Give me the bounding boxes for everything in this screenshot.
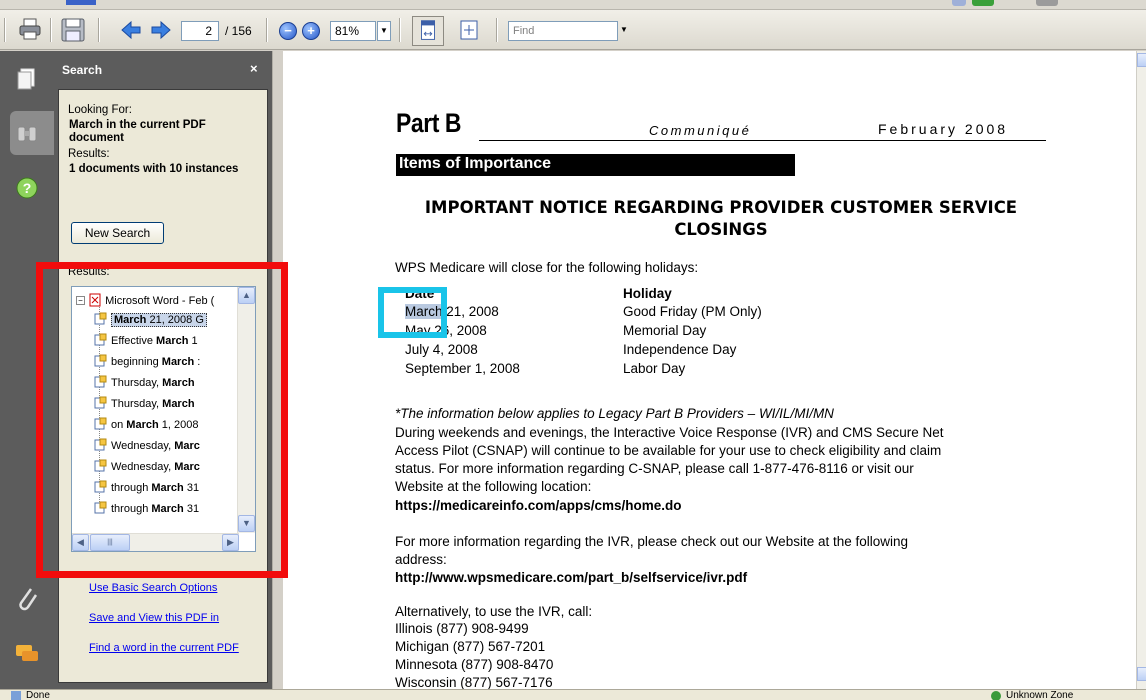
window-control-fragment [972, 0, 994, 6]
holiday-date-rest: 21, 2008 [442, 304, 499, 319]
results-summary: 1 documents with 10 instances [69, 163, 239, 175]
security-zone: Unknown Zone [1006, 690, 1074, 700]
fit-page-icon[interactable] [412, 16, 444, 46]
url-medicareinfo[interactable]: https://medicareinfo.com/apps/cms/home.d… [395, 497, 682, 514]
holiday-name: Independence Day [623, 342, 737, 357]
paragraph-line: During weekends and evenings, the Intera… [395, 425, 944, 440]
zoom-level-input[interactable]: 81% [330, 21, 376, 41]
red-annotation-box [36, 262, 288, 578]
zoom-in-icon[interactable]: + [302, 22, 320, 40]
page-status-icon [11, 691, 21, 700]
alt-intro: Alternatively, to use the IVR, call: [395, 604, 593, 619]
printer-icon[interactable] [18, 17, 42, 41]
document-vertical-scrollbar[interactable] [1136, 51, 1146, 689]
toolbar-separator [50, 18, 52, 42]
phone-line: Minnesota (877) 908-8470 [395, 657, 554, 672]
results-label: Results: [68, 148, 110, 160]
document-communique: Communiqué [649, 123, 752, 138]
document-date: February 2008 [878, 121, 1009, 137]
legacy-note: *The information below applies to Legacy… [395, 406, 834, 421]
phone-line: Michigan (877) 567-7201 [395, 639, 546, 654]
pages-icon[interactable] [12, 63, 42, 93]
paragraph-line: address: [395, 552, 447, 567]
find-input[interactable]: Find [508, 21, 618, 41]
phone-line: Illinois (877) 908-9499 [395, 621, 529, 636]
page-number-input[interactable]: 2 [181, 21, 219, 41]
zoom-dropdown-chevron-icon[interactable]: ▼ [377, 21, 391, 41]
status-text: Done [26, 690, 50, 700]
zone-globe-icon [991, 691, 1001, 700]
attachments-paperclip-icon[interactable] [12, 583, 42, 613]
notice-title: IMPORTANT NOTICE REGARDING PROVIDER CUST… [424, 198, 1018, 239]
toolbar-separator [399, 18, 401, 42]
window-top-strip [0, 0, 1146, 10]
toolbar: 2 / 156 − + 81% ▼ Find ▼ [0, 10, 1146, 50]
window-control-fragment [1036, 0, 1058, 6]
help-icon[interactable]: ? [12, 173, 42, 203]
title-fragment [66, 0, 96, 5]
comments-icon[interactable] [12, 639, 42, 669]
looking-for-value: March in the current PDF document [69, 119, 206, 144]
save-icon[interactable] [60, 17, 86, 43]
col-holiday: Holiday [623, 286, 672, 301]
toolbar-separator [98, 18, 100, 42]
document-part-b: Part B [396, 108, 462, 138]
phone-line: Wisconsin (877) 567-7176 [395, 675, 553, 689]
holiday-date-rest: July 4, 2008 [405, 342, 478, 357]
paragraph-line: For more information regarding the IVR, … [395, 534, 909, 549]
toolbar-separator [4, 18, 6, 42]
binoculars-icon[interactable] [12, 119, 42, 149]
items-heading: Items of Importance [396, 154, 795, 176]
page-count: / 156 [225, 24, 252, 38]
paragraph-line: Access Pilot (CSNAP) will continue to be… [395, 443, 942, 458]
fit-width-icon[interactable] [458, 19, 480, 41]
holiday-date: September 1, 2008 [405, 360, 520, 377]
looking-for-label: Looking For: [68, 104, 132, 116]
close-icon[interactable]: × [250, 61, 258, 76]
new-search-button[interactable]: New Search [71, 222, 164, 244]
document-view[interactable]: Part B Communiqué February 2008 Items of… [283, 51, 1136, 689]
use-basic-search-options-link[interactable]: Use Basic Search Options [89, 582, 217, 594]
intro-text: WPS Medicare will close for the followin… [395, 260, 699, 275]
doc-scroll-up-icon[interactable] [1137, 53, 1146, 67]
doc-scroll-down-icon[interactable] [1137, 667, 1146, 681]
holiday-date-rest: September 1, 2008 [405, 361, 520, 376]
svg-text:?: ? [23, 180, 32, 196]
highlight-annotation [378, 287, 447, 338]
find-word-link[interactable]: Find a word in the current PDF [89, 642, 239, 654]
previous-page-icon[interactable] [120, 19, 142, 41]
find-dropdown-chevron-icon[interactable]: ▼ [617, 21, 631, 41]
status-bar: Done Unknown Zone [0, 689, 1146, 700]
toolbar-separator [496, 18, 498, 42]
holiday-date: July 4, 2008 [405, 341, 478, 358]
header-rule [479, 140, 1046, 141]
zoom-out-icon[interactable]: − [279, 22, 297, 40]
holiday-name: Memorial Day [623, 323, 707, 338]
save-view-pdf-link[interactable]: Save and View this PDF in [89, 612, 219, 624]
url-ivr[interactable]: http://www.wpsmedicare.com/part_b/selfse… [395, 569, 747, 586]
holiday-name: Labor Day [623, 361, 686, 376]
paragraph-line: Website at the following location: [395, 479, 592, 494]
holiday-name: Good Friday (PM Only) [623, 304, 762, 319]
paragraph-line: status. For more information regarding C… [395, 461, 914, 476]
window-control-fragment [952, 0, 966, 6]
next-page-icon[interactable] [150, 19, 172, 41]
search-panel-title: Search [62, 63, 103, 77]
toolbar-separator [266, 18, 268, 42]
